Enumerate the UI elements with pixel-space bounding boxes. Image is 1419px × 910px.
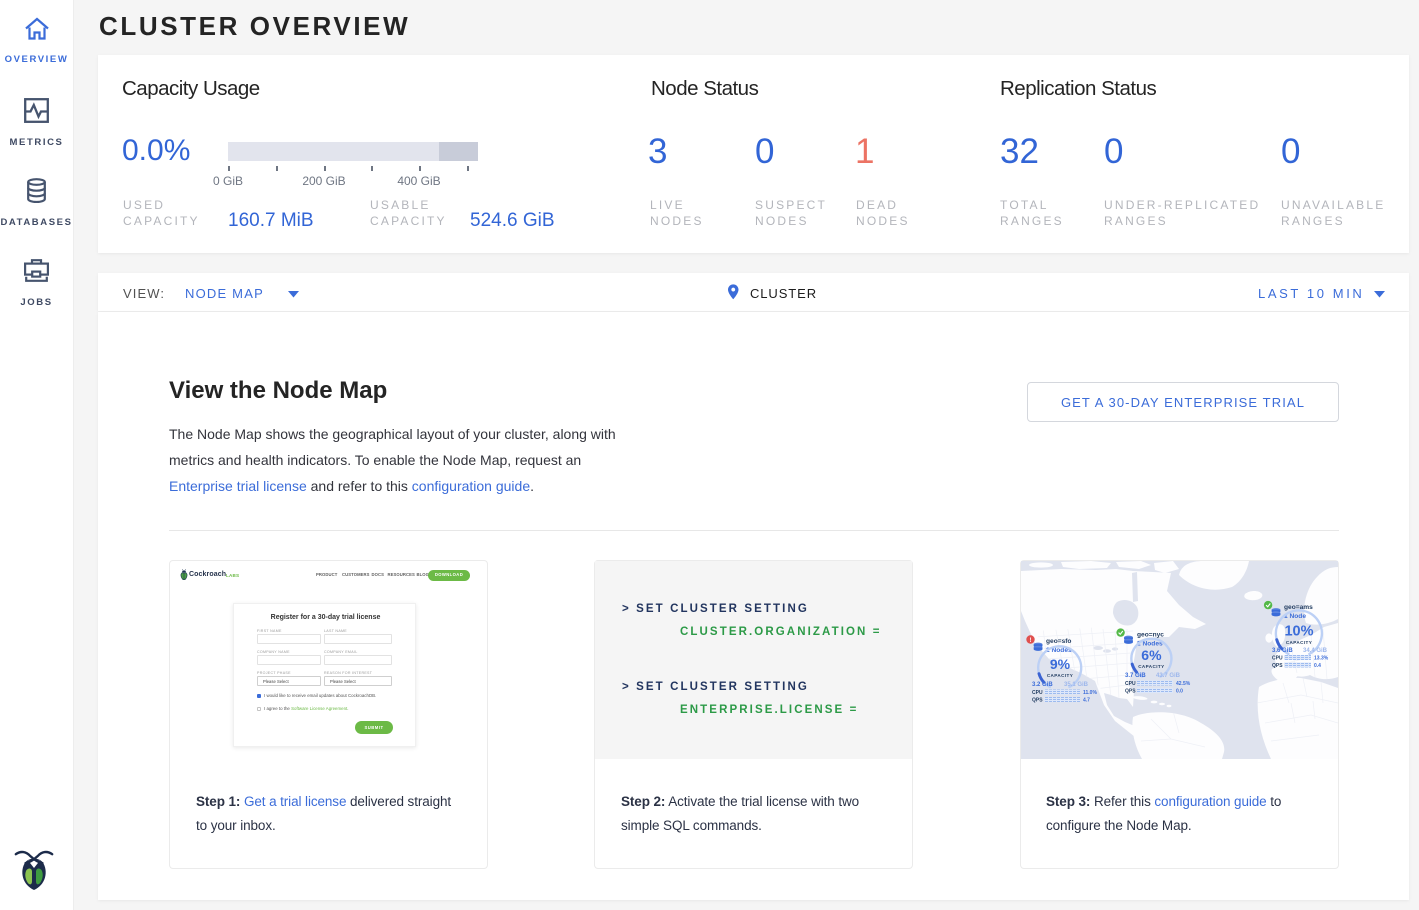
svg-text:3.2 GiB: 3.2 GiB (1032, 682, 1053, 688)
svg-text:CAPACITY: CAPACITY (1138, 664, 1164, 669)
svg-text:!: ! (1030, 638, 1032, 644)
svg-text:QPS: QPS (1125, 689, 1136, 695)
svg-text:QPS: QPS (1272, 663, 1283, 669)
svg-text:6%: 6% (1141, 647, 1162, 663)
svg-text:QPS: QPS (1032, 698, 1043, 704)
svg-text:0.4: 0.4 (1314, 663, 1321, 669)
svg-text:geo=nyc: geo=nyc (1137, 632, 1164, 639)
svg-text:9%: 9% (1050, 656, 1071, 672)
svg-text:CAPACITY: CAPACITY (1286, 640, 1312, 645)
svg-text:43.7 GiB: 43.7 GiB (1156, 673, 1181, 679)
svg-text:0.0: 0.0 (1176, 689, 1183, 695)
svg-text:42.5%: 42.5% (1176, 681, 1191, 687)
svg-text:geo=sfo: geo=sfo (1046, 638, 1071, 645)
svg-text:3.7 GiB: 3.7 GiB (1125, 673, 1146, 679)
svg-text:CPU: CPU (1125, 681, 1136, 687)
svg-text:35.1 GiB: 35.1 GiB (1064, 682, 1089, 688)
svg-text:CAPACITY: CAPACITY (1047, 673, 1073, 678)
svg-text:10%: 10% (1284, 624, 1313, 640)
svg-text:CPU: CPU (1032, 690, 1043, 696)
svg-text:11.0%: 11.0% (1083, 690, 1097, 696)
svg-text:CPU: CPU (1272, 656, 1283, 662)
svg-text:34.4 GiB: 34.4 GiB (1303, 648, 1328, 654)
svg-text:13.3%: 13.3% (1314, 656, 1329, 662)
svg-text:3.6 GiB: 3.6 GiB (1272, 648, 1293, 654)
svg-text:4.7: 4.7 (1083, 698, 1090, 704)
